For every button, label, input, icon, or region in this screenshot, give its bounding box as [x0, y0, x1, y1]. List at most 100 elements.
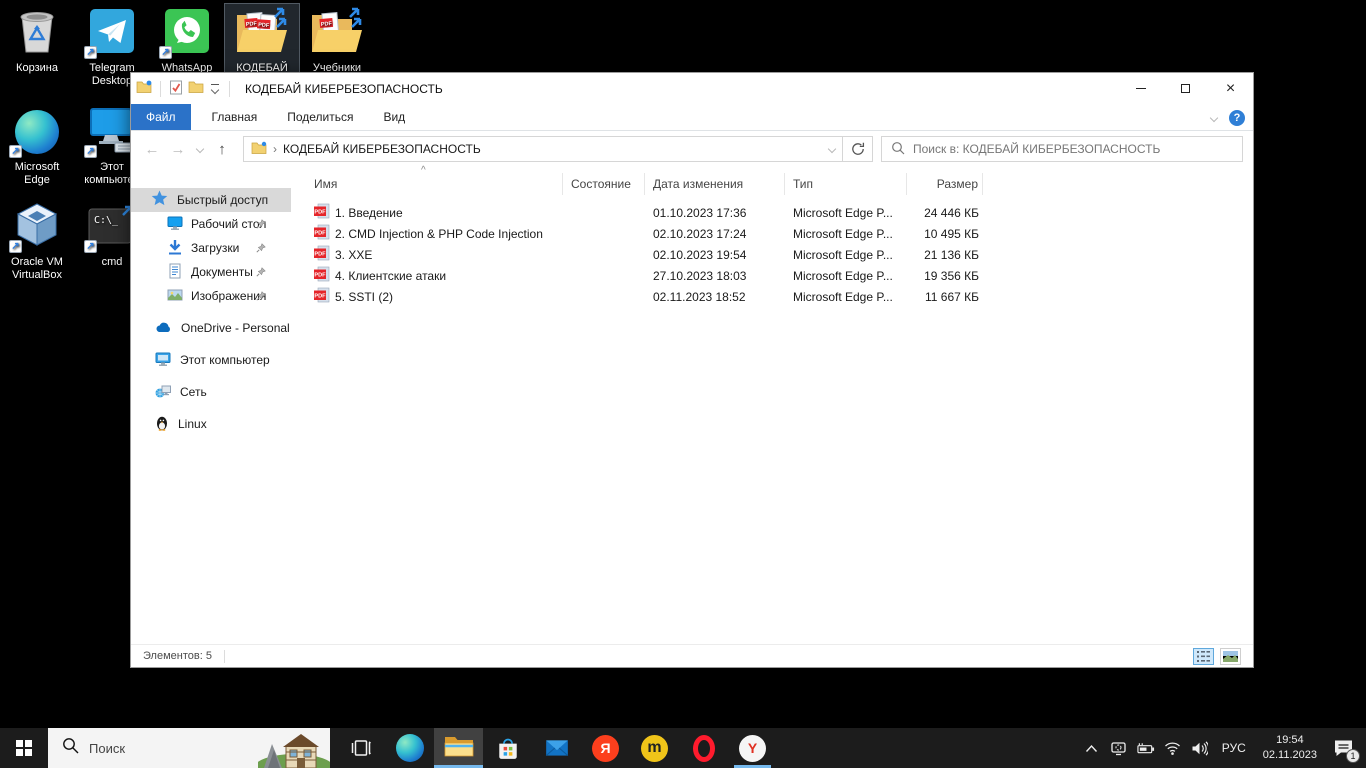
- folder-icon: [251, 141, 267, 158]
- wifi-icon[interactable]: [1164, 739, 1182, 757]
- pdf-file-icon: PDF: [314, 245, 330, 264]
- column-header-size[interactable]: Размер: [907, 173, 983, 195]
- search-box[interactable]: [881, 136, 1243, 162]
- details-view-button[interactable]: [1193, 648, 1214, 665]
- file-date: 27.10.2023 18:03: [645, 269, 785, 283]
- desktop-icon-uchebniki[interactable]: PDF Учебники: [300, 4, 374, 78]
- clock-time: 19:54: [1263, 733, 1317, 748]
- taskbar-search-input[interactable]: [89, 741, 219, 756]
- back-button[interactable]: ←: [139, 141, 165, 158]
- folder-pdf-icon: PDF PDF: [235, 6, 289, 60]
- taskbar-search[interactable]: [48, 728, 330, 768]
- close-button[interactable]: ×: [1208, 73, 1253, 104]
- search-highlight-image[interactable]: [258, 728, 330, 768]
- forward-button[interactable]: →: [165, 141, 191, 158]
- clock-date: 02.11.2023: [1263, 748, 1317, 763]
- desktop-icon-whatsapp[interactable]: ↗ WhatsApp: [150, 4, 224, 78]
- taskbar-icon-edge[interactable]: [385, 728, 434, 768]
- taskbar-icon-store[interactable]: [483, 728, 532, 768]
- svg-text:PDF: PDF: [314, 273, 326, 279]
- document-icon: [167, 263, 183, 282]
- file-row[interactable]: PDF1. Введение 01.10.2023 17:36 Microsof…: [291, 202, 1253, 223]
- tab-share[interactable]: Поделиться: [272, 104, 368, 130]
- file-list: ^ Имя Состояние Дата изменения Тип Разме…: [291, 167, 1253, 644]
- volume-icon[interactable]: [1191, 739, 1209, 757]
- file-type: Microsoft Edge P...: [785, 227, 907, 241]
- address-dropdown-icon[interactable]: [828, 145, 836, 153]
- properties-icon[interactable]: [169, 80, 183, 98]
- file-size: 11 667 КБ: [907, 290, 983, 304]
- refresh-button[interactable]: [843, 136, 873, 162]
- desktop-icon-label: Корзина: [2, 62, 72, 75]
- action-center-button[interactable]: 1: [1330, 735, 1356, 761]
- sidebar-item-label: OneDrive - Personal: [181, 321, 290, 335]
- start-button[interactable]: [0, 728, 48, 768]
- column-header-type[interactable]: Тип: [785, 173, 907, 195]
- folder-icon[interactable]: [188, 80, 204, 97]
- up-button[interactable]: ↑: [209, 141, 235, 158]
- taskbar-icon-file-explorer[interactable]: [434, 728, 483, 768]
- thumbnails-view-button[interactable]: [1220, 648, 1241, 665]
- taskbar-icon-yandex[interactable]: Я: [581, 728, 630, 768]
- taskbar-icon-opera[interactable]: [679, 728, 728, 768]
- sidebar-item-pictures[interactable]: Изображения: [131, 284, 291, 308]
- tab-view[interactable]: Вид: [368, 104, 420, 130]
- maximize-button[interactable]: [1163, 73, 1208, 104]
- file-type: Microsoft Edge P...: [785, 269, 907, 283]
- shortcut-arrow-icon: ↗: [9, 240, 22, 253]
- cast-device-icon[interactable]: [1110, 739, 1128, 757]
- svg-text:PDF: PDF: [314, 231, 326, 237]
- sidebar-item-quick-access[interactable]: Быстрый доступ: [131, 188, 291, 212]
- new-folder-icon[interactable]: [136, 80, 152, 97]
- pdf-file-icon: PDF: [314, 287, 330, 306]
- recent-locations-icon[interactable]: [196, 145, 204, 153]
- help-icon[interactable]: ?: [1229, 110, 1245, 126]
- language-indicator[interactable]: РУС: [1218, 741, 1250, 755]
- file-row[interactable]: PDF5. SSTI (2) 02.11.2023 18:52 Microsof…: [291, 286, 1253, 307]
- title-bar: КОДЕБАЙ КИБЕРБЕЗОПАСНОСТЬ ×: [131, 73, 1253, 104]
- linux-penguin-icon: [155, 415, 169, 434]
- tray-expand-icon[interactable]: [1083, 739, 1101, 757]
- onedrive-cloud-icon: [155, 321, 172, 336]
- taskbar-icon-mail[interactable]: [532, 728, 581, 768]
- file-name: 4. Клиентские атаки: [335, 269, 446, 283]
- battery-charging-icon[interactable]: [1137, 739, 1155, 757]
- desktop-icon-kodebay[interactable]: PDF PDF КОДЕБАЙ: [225, 4, 299, 78]
- file-row[interactable]: PDF3. XXE 02.10.2023 19:54 Microsoft Edg…: [291, 244, 1253, 265]
- file-type: Microsoft Edge P...: [785, 290, 907, 304]
- desktop-icon-virtualbox[interactable]: ↗ Oracle VM VirtualBox: [0, 198, 74, 285]
- svg-text:PDF: PDF: [314, 210, 326, 216]
- column-header-status[interactable]: Состояние: [563, 173, 645, 195]
- taskbar: Я m Y РУС 19:54 02.11.2023: [0, 728, 1366, 768]
- sidebar-item-desktop[interactable]: Рабочий стол: [131, 212, 291, 236]
- sidebar-item-documents[interactable]: Документы: [131, 260, 291, 284]
- sidebar-item-linux[interactable]: Linux: [131, 412, 291, 436]
- file-row[interactable]: PDF2. CMD Injection & PHP Code Injection…: [291, 223, 1253, 244]
- shortcut-arrow-icon: ↗: [9, 145, 22, 158]
- clock[interactable]: 19:54 02.11.2023: [1259, 733, 1321, 763]
- minimize-button[interactable]: [1118, 73, 1163, 104]
- sidebar-item-network[interactable]: Сеть: [131, 380, 291, 404]
- desktop-icon-edge[interactable]: ↗ Microsoft Edge: [0, 103, 74, 190]
- search-icon: [62, 737, 79, 759]
- sidebar-item-this-pc[interactable]: Этот компьютер: [131, 348, 291, 372]
- sidebar-item-downloads[interactable]: Загрузки: [131, 236, 291, 260]
- desktop-icon-recycle-bin[interactable]: Корзина: [0, 4, 74, 78]
- sidebar-item-label: Linux: [178, 417, 207, 431]
- taskbar-icon-amigo[interactable]: m: [630, 728, 679, 768]
- file-row[interactable]: PDF4. Клиентские атаки 27.10.2023 18:03 …: [291, 265, 1253, 286]
- search-input[interactable]: [913, 142, 1233, 156]
- column-header-name[interactable]: Имя: [291, 173, 563, 195]
- customize-toolbar-dropdown-icon[interactable]: [209, 84, 221, 94]
- taskbar-icon-task-view[interactable]: [336, 728, 385, 768]
- sidebar-item-label: Этот компьютер: [180, 353, 270, 367]
- file-date: 01.10.2023 17:36: [645, 206, 785, 220]
- tab-file[interactable]: Файл: [131, 104, 191, 130]
- breadcrumb[interactable]: КОДЕБАЙ КИБЕРБЕЗОПАСНОСТЬ: [283, 142, 481, 156]
- sidebar-item-onedrive[interactable]: OneDrive - Personal: [131, 316, 291, 340]
- column-header-date[interactable]: Дата изменения: [645, 173, 785, 195]
- taskbar-icon-yandex-browser[interactable]: Y: [728, 728, 777, 768]
- ribbon-collapse-icon[interactable]: [1210, 113, 1218, 121]
- address-bar[interactable]: › КОДЕБАЙ КИБЕРБЕЗОПАСНОСТЬ: [243, 136, 843, 162]
- tab-home[interactable]: Главная: [197, 104, 273, 130]
